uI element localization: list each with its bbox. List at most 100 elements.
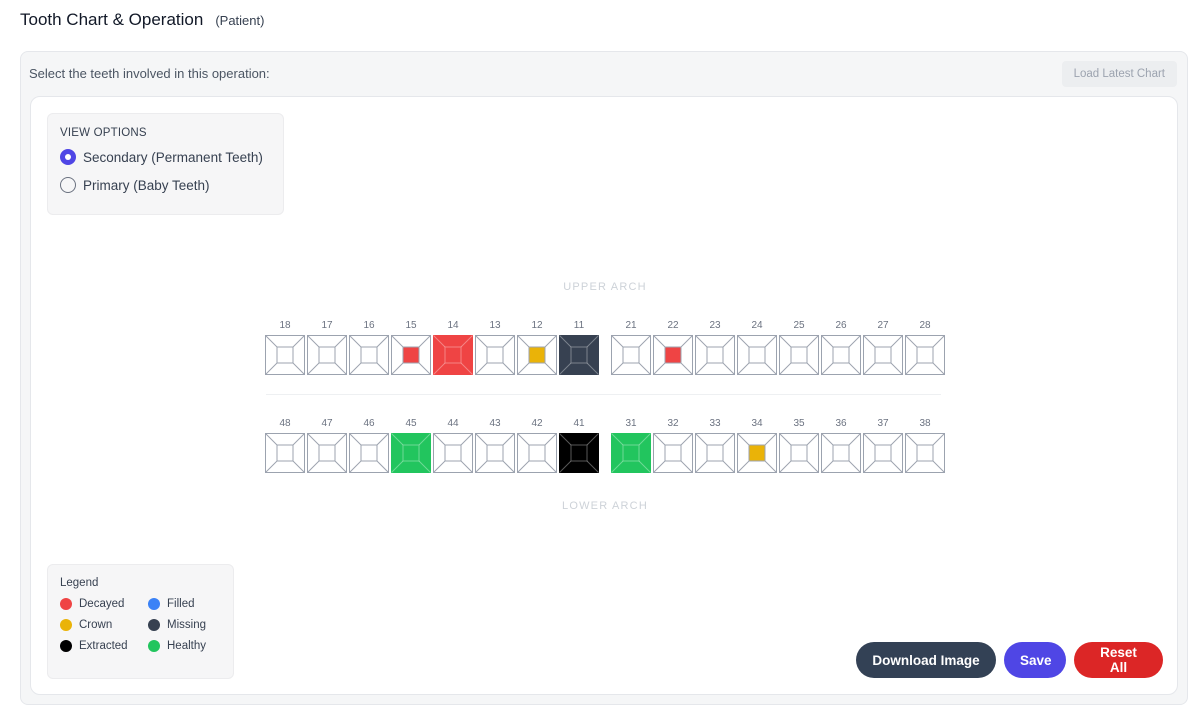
- tooth-35[interactable]: 35: [779, 417, 819, 473]
- tooth-diagram-icon[interactable]: [391, 335, 431, 375]
- tooth-diagram-icon[interactable]: [779, 433, 819, 473]
- tooth-diagram-icon[interactable]: [611, 335, 651, 375]
- tooth-diagram-icon[interactable]: [863, 335, 903, 375]
- tooth-42[interactable]: 42: [517, 417, 557, 473]
- save-button[interactable]: Save: [1004, 642, 1066, 678]
- tooth-diagram-icon[interactable]: [905, 433, 945, 473]
- tooth-17[interactable]: 17: [307, 319, 347, 375]
- tooth-27[interactable]: 27: [863, 319, 903, 375]
- tooth-number: 27: [877, 320, 889, 331]
- tooth-21[interactable]: 21: [611, 319, 651, 375]
- tooth-diagram-icon[interactable]: [517, 335, 557, 375]
- page-header: Tooth Chart & Operation (Patient): [20, 10, 264, 30]
- tooth-number: 16: [363, 320, 375, 331]
- tooth-diagram-icon[interactable]: [905, 335, 945, 375]
- page-subtitle: (Patient): [215, 13, 265, 28]
- tooth-37[interactable]: 37: [863, 417, 903, 473]
- tooth-diagram-icon[interactable]: [517, 433, 557, 473]
- tooth-18[interactable]: 18: [265, 319, 305, 375]
- option-primary-label: Primary (Baby Teeth): [83, 177, 210, 193]
- tooth-number: 31: [625, 418, 637, 429]
- tooth-11[interactable]: 11: [559, 319, 599, 375]
- tooth-diagram-icon[interactable]: [307, 335, 347, 375]
- tooth-diagram-icon[interactable]: [695, 335, 735, 375]
- tooth-41[interactable]: 41: [559, 417, 599, 473]
- tooth-diagram-icon[interactable]: [265, 433, 305, 473]
- tooth-diagram-icon[interactable]: [653, 335, 693, 375]
- tooth-number: 12: [531, 320, 543, 331]
- option-secondary-teeth[interactable]: Secondary (Permanent Teeth): [60, 149, 271, 165]
- lower-teeth-row: 48 47 46 45 44 43 42 41 31 32 33 34 35 36 37 38: [265, 417, 947, 473]
- tooth-diagram-icon[interactable]: [433, 335, 473, 375]
- tooth-diagram-icon[interactable]: [265, 335, 305, 375]
- tooth-number: 37: [877, 418, 889, 429]
- tooth-32[interactable]: 32: [653, 417, 693, 473]
- tooth-24[interactable]: 24: [737, 319, 777, 375]
- tooth-33[interactable]: 33: [695, 417, 735, 473]
- tooth-46[interactable]: 46: [349, 417, 389, 473]
- tooth-diagram-icon[interactable]: [433, 433, 473, 473]
- filled-dot-icon: [148, 598, 160, 610]
- tooth-16[interactable]: 16: [349, 319, 389, 375]
- view-options-title: VIEW OPTIONS: [60, 127, 147, 139]
- tooth-diagram-icon[interactable]: [559, 335, 599, 375]
- reset-all-button[interactable]: Reset All: [1074, 642, 1163, 678]
- legend-item-decayed: Decayed: [60, 598, 148, 610]
- tooth-15[interactable]: 15: [391, 319, 431, 375]
- tooth-22[interactable]: 22: [653, 319, 693, 375]
- radio-primary[interactable]: [60, 177, 76, 193]
- tooth-number: 14: [447, 320, 459, 331]
- tooth-38[interactable]: 38: [905, 417, 945, 473]
- option-primary-teeth[interactable]: Primary (Baby Teeth): [60, 177, 271, 193]
- tooth-diagram-icon[interactable]: [475, 335, 515, 375]
- load-latest-chart-button[interactable]: Load Latest Chart: [1061, 61, 1177, 87]
- tooth-36[interactable]: 36: [821, 417, 861, 473]
- tooth-12[interactable]: 12: [517, 319, 557, 375]
- tooth-diagram-icon[interactable]: [475, 433, 515, 473]
- tooth-25[interactable]: 25: [779, 319, 819, 375]
- legend-label-missing: Missing: [167, 619, 206, 631]
- crown-dot-icon: [60, 619, 72, 631]
- tooth-diagram-icon[interactable]: [307, 433, 347, 473]
- tooth-14[interactable]: 14: [433, 319, 473, 375]
- tooth-48[interactable]: 48: [265, 417, 305, 473]
- tooth-43[interactable]: 43: [475, 417, 515, 473]
- tooth-34[interactable]: 34: [737, 417, 777, 473]
- tooth-number: 44: [447, 418, 459, 429]
- tooth-number: 22: [667, 320, 679, 331]
- tooth-23[interactable]: 23: [695, 319, 735, 375]
- tooth-diagram-icon[interactable]: [391, 433, 431, 473]
- tooth-45[interactable]: 45: [391, 417, 431, 473]
- tooth-number: 21: [625, 320, 637, 331]
- tooth-diagram-icon[interactable]: [863, 433, 903, 473]
- tooth-number: 33: [709, 418, 721, 429]
- upper-teeth-row: 18 17 16 15 14 13 12 11 21 22 23 24 25 26 27 28: [265, 319, 947, 375]
- page-title: Tooth Chart & Operation: [20, 10, 204, 29]
- tooth-diagram-icon[interactable]: [737, 433, 777, 473]
- tooth-diagram-icon[interactable]: [349, 335, 389, 375]
- tooth-diagram-icon[interactable]: [821, 433, 861, 473]
- tooth-number: 35: [793, 418, 805, 429]
- tooth-44[interactable]: 44: [433, 417, 473, 473]
- tooth-47[interactable]: 47: [307, 417, 347, 473]
- radio-secondary[interactable]: [60, 149, 76, 165]
- tooth-chart-panel: Select the teeth involved in this operat…: [20, 51, 1188, 705]
- tooth-diagram-icon[interactable]: [821, 335, 861, 375]
- tooth-31[interactable]: 31: [611, 417, 651, 473]
- tooth-13[interactable]: 13: [475, 319, 515, 375]
- download-image-button[interactable]: Download Image: [856, 642, 996, 678]
- upper-arch-label: UPPER ARCH: [563, 281, 647, 293]
- tooth-26[interactable]: 26: [821, 319, 861, 375]
- tooth-diagram-icon[interactable]: [695, 433, 735, 473]
- tooth-diagram-icon[interactable]: [653, 433, 693, 473]
- tooth-diagram-icon[interactable]: [559, 433, 599, 473]
- tooth-number: 24: [751, 320, 763, 331]
- tooth-number: 13: [489, 320, 501, 331]
- tooth-diagram-icon[interactable]: [737, 335, 777, 375]
- legend-item-healthy: Healthy: [148, 640, 236, 652]
- tooth-28[interactable]: 28: [905, 319, 945, 375]
- tooth-number: 41: [573, 418, 585, 429]
- tooth-diagram-icon[interactable]: [611, 433, 651, 473]
- tooth-diagram-icon[interactable]: [349, 433, 389, 473]
- tooth-diagram-icon[interactable]: [779, 335, 819, 375]
